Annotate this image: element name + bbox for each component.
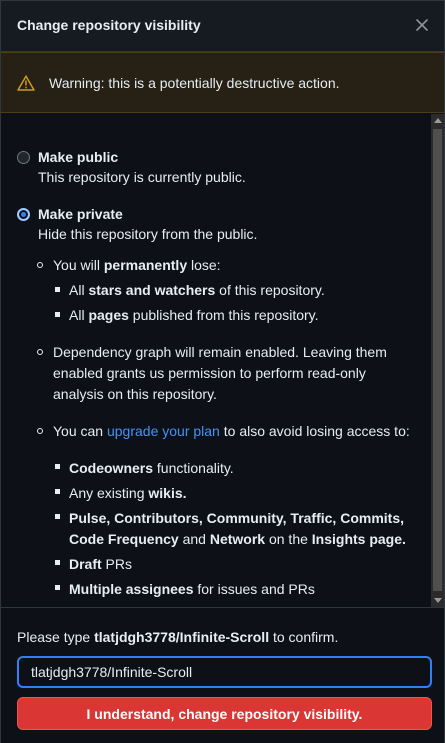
lose-item-stars: All stars and watchers of this repositor… bbox=[69, 280, 325, 301]
insights-mid1: and bbox=[178, 531, 210, 547]
make-public-label[interactable]: Make public bbox=[38, 149, 118, 165]
list-bullet bbox=[55, 287, 60, 292]
change-visibility-button[interactable]: I understand, change repository visibili… bbox=[17, 697, 432, 730]
alert-triangle-icon bbox=[17, 75, 35, 91]
make-public-note: This repository is currently public. bbox=[38, 169, 246, 185]
dependency-line-2: enabled grants us permission to perform … bbox=[53, 365, 366, 381]
list-bullet bbox=[55, 489, 60, 494]
close-icon[interactable] bbox=[412, 15, 432, 35]
make-private-radio[interactable] bbox=[17, 207, 30, 221]
insights-b1: Code Frequency bbox=[69, 531, 179, 547]
list-bullet bbox=[55, 464, 60, 469]
upgrade-item-assignees: Multiple assignees for issues and PRs bbox=[69, 579, 315, 600]
codeowners-bold: Codeowners bbox=[69, 460, 154, 476]
list-bullet bbox=[55, 312, 60, 317]
confirm-pre: Please type bbox=[17, 629, 95, 645]
make-public-radio[interactable] bbox=[17, 150, 30, 164]
list-bullet bbox=[37, 262, 43, 268]
scrollbar[interactable] bbox=[431, 114, 444, 607]
upgrade-line: You can upgrade your plan to also avoid … bbox=[53, 421, 410, 442]
codeowners-post: functionality. bbox=[153, 460, 234, 476]
dependency-line-1: Dependency graph will remain enabled. Le… bbox=[53, 344, 387, 360]
list-bullet bbox=[37, 428, 43, 434]
lose-item-bold: stars and watchers bbox=[88, 282, 216, 298]
insights-mid2: on the bbox=[265, 531, 312, 547]
dialog-footer: Please type tlatjdgh3778/Infinite-Scroll… bbox=[1, 607, 444, 743]
upgrade-item-insights-1: Pulse, Contributors, Community, Traffic,… bbox=[69, 508, 404, 529]
confirm-repo-name: tlatjdgh3778/Infinite-Scroll bbox=[94, 629, 270, 645]
list-bullet bbox=[37, 349, 43, 355]
lose-item-post: published from this repository. bbox=[128, 307, 319, 323]
wikis-bold: wikis. bbox=[148, 485, 187, 501]
warning-banner: Warning: this is a potentially destructi… bbox=[1, 52, 444, 113]
assignees-post: for issues and PRs bbox=[193, 581, 315, 597]
upgrade-item-insights-2: Code Frequency and Network on the Insigh… bbox=[69, 529, 406, 550]
draft-post: PRs bbox=[101, 556, 133, 572]
lose-intro-bold: permanently bbox=[103, 257, 188, 273]
confirm-repo-input[interactable] bbox=[17, 656, 432, 688]
warning-text: Warning: this is a potentially destructi… bbox=[49, 75, 340, 91]
make-private-label[interactable]: Make private bbox=[38, 206, 123, 222]
lose-item-pages: All pages published from this repository… bbox=[69, 305, 319, 326]
lose-intro: You will permanently lose: bbox=[53, 255, 221, 276]
wikis-pre: Any existing bbox=[69, 485, 149, 501]
list-bullet bbox=[55, 585, 60, 590]
make-private-option[interactable]: Make private bbox=[17, 206, 123, 222]
upgrade-item-wikis: Any existing wikis. bbox=[69, 483, 187, 504]
lose-item-bold: pages bbox=[88, 307, 129, 323]
draft-bold: Draft bbox=[69, 556, 102, 572]
make-public-option[interactable]: Make public bbox=[17, 149, 118, 165]
scroll-up-icon[interactable] bbox=[434, 118, 442, 123]
upgrade-item-codeowners: Codeowners functionality. bbox=[69, 458, 234, 479]
change-visibility-dialog: Change repository visibility Warning: th… bbox=[0, 0, 445, 743]
dialog-title: Change repository visibility bbox=[17, 17, 201, 33]
list-bullet bbox=[55, 560, 60, 565]
lose-intro-pre: You will bbox=[53, 257, 104, 273]
scrollbar-thumb[interactable] bbox=[433, 129, 442, 591]
confirm-instruction: Please type tlatjdgh3778/Infinite-Scroll… bbox=[17, 629, 338, 645]
insights-line-1: Pulse, Contributors, Community, Traffic,… bbox=[69, 510, 404, 526]
lose-item-pre: All bbox=[69, 307, 89, 323]
dialog-body: Make public This repository is currently… bbox=[1, 114, 444, 607]
upgrade-post: to also avoid losing access to: bbox=[219, 423, 410, 439]
insights-b2: Network bbox=[209, 531, 266, 547]
upgrade-plan-link[interactable]: upgrade your plan bbox=[107, 423, 220, 439]
lose-item-pre: All bbox=[69, 282, 89, 298]
scroll-down-icon[interactable] bbox=[434, 598, 442, 603]
upgrade-pre: You can bbox=[53, 423, 107, 439]
upgrade-item-draft: Draft PRs bbox=[69, 554, 132, 575]
assignees-bold: Multiple assignees bbox=[69, 581, 194, 597]
lose-intro-post: lose: bbox=[187, 257, 221, 273]
dialog-header: Change repository visibility bbox=[1, 1, 444, 52]
make-private-note: Hide this repository from the public. bbox=[38, 226, 258, 242]
confirm-post: to confirm. bbox=[269, 629, 339, 645]
lose-item-post: of this repository. bbox=[215, 282, 325, 298]
insights-b3: Insights page. bbox=[311, 531, 406, 547]
dependency-line-3: analysis on this repository. bbox=[53, 386, 217, 402]
list-bullet bbox=[55, 514, 60, 519]
